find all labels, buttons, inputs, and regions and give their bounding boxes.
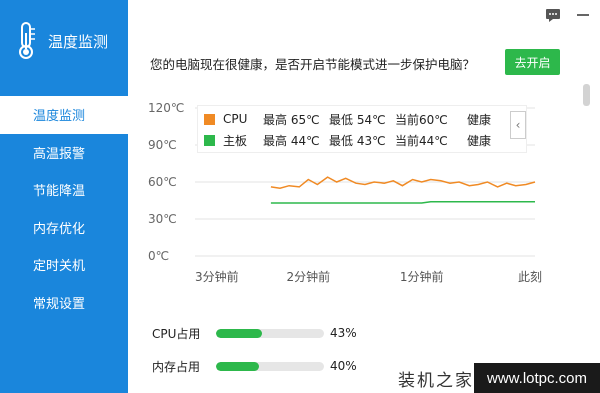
x-tick-label: 3分钟前	[195, 269, 239, 284]
nav-item-temperature[interactable]: 温度监测	[0, 96, 128, 134]
memory-usage-bar	[216, 361, 324, 371]
scrollbar-thumb[interactable]	[583, 84, 590, 106]
nav-item-memory-optimize[interactable]: 内存优化	[0, 209, 128, 247]
nav-item-general-settings[interactable]: 常规设置	[0, 284, 128, 322]
sidebar: 温度监测 温度监测 高温报警 节能降温 内存优化 定时关机 常规设置	[0, 0, 128, 393]
legend-status: 健康	[467, 133, 492, 148]
legend-current: 当前44℃	[395, 133, 448, 148]
nav-item-label: 内存优化	[32, 221, 85, 237]
series-line-cpu	[270, 176, 536, 189]
legend-status: 健康	[467, 112, 492, 127]
window-controls	[544, 6, 592, 24]
thermometer-icon	[19, 22, 35, 59]
legend-name: 主板	[223, 133, 248, 148]
legend-row-motherboard: 主板 最高 44℃ 最低 43℃ 当前44℃ 健康	[204, 131, 491, 149]
legend-row-cpu: CPU 最高 65℃ 最低 54℃ 当前60℃ 健康	[204, 110, 491, 128]
y-tick-label: 30℃	[148, 212, 177, 226]
chat-icon[interactable]	[544, 6, 562, 24]
legend-name: CPU	[223, 112, 248, 126]
nav-item-label: 节能降温	[32, 184, 85, 200]
nav-item-label: 定时关机	[32, 259, 85, 275]
x-tick-label: 1分钟前	[400, 269, 444, 284]
app-title: 温度监测	[48, 32, 109, 51]
usage-label: 内存占用	[152, 359, 201, 374]
watermark-text: 装机之家	[398, 370, 474, 391]
cpu-usage-row: CPU占用 43%	[152, 324, 357, 342]
legend-swatch-cpu	[204, 113, 215, 125]
legend-swatch-motherboard	[204, 134, 215, 146]
legend-min: 最低 54℃	[329, 112, 386, 127]
usage-value: 40%	[330, 359, 357, 373]
nav-item-label: 温度监测	[32, 109, 85, 125]
usage-label: CPU占用	[152, 326, 201, 341]
legend-current: 当前60℃	[395, 112, 448, 127]
y-tick-label: 0℃	[148, 249, 169, 263]
cpu-usage-bar	[216, 328, 324, 338]
cpu-usage-fill	[216, 328, 263, 338]
nav-item-scheduled-shutdown[interactable]: 定时关机	[0, 246, 128, 284]
watermark-url: www.lotpc.com	[474, 363, 600, 393]
health-prompt: 您的电脑现在很健康，是否开启节能模式进一步保护电脑？	[150, 57, 476, 72]
legend-max: 最高 44℃	[263, 133, 320, 148]
x-tick-label: 2分钟前	[287, 269, 331, 284]
enable-energy-mode-button[interactable]: 去开启	[505, 49, 560, 75]
nav-item-energy-cooling[interactable]: 节能降温	[0, 171, 128, 209]
legend-max: 最高 65℃	[263, 112, 320, 127]
y-tick-label: 90℃	[148, 138, 177, 152]
chart-legend: CPU 最高 65℃ 最低 54℃ 当前60℃ 健康 主板 最高 44℃ 最低 …	[197, 105, 527, 153]
nav-item-label: 高温报警	[32, 146, 85, 162]
nav-menu: 温度监测 高温报警 节能降温 内存优化 定时关机 常规设置	[0, 96, 128, 321]
app-logo: 温度监测	[0, 0, 128, 82]
series-line-motherboard	[270, 200, 535, 204]
y-tick-label: 120℃	[148, 101, 184, 115]
memory-usage-fill	[216, 361, 260, 371]
memory-usage-row: 内存占用 40%	[152, 357, 357, 375]
nav-item-high-temp-alarm[interactable]: 高温报警	[0, 134, 128, 172]
usage-value: 43%	[330, 326, 357, 340]
watermark: 装机之家 www.lotpc.com	[392, 363, 600, 393]
legend-collapse-button[interactable]: ‹	[510, 111, 526, 139]
minimize-icon[interactable]	[574, 6, 592, 24]
y-tick-label: 60℃	[148, 175, 177, 189]
x-tick-label: 此刻	[518, 270, 542, 284]
legend-min: 最低 43℃	[329, 133, 386, 148]
nav-item-label: 常规设置	[32, 296, 85, 312]
